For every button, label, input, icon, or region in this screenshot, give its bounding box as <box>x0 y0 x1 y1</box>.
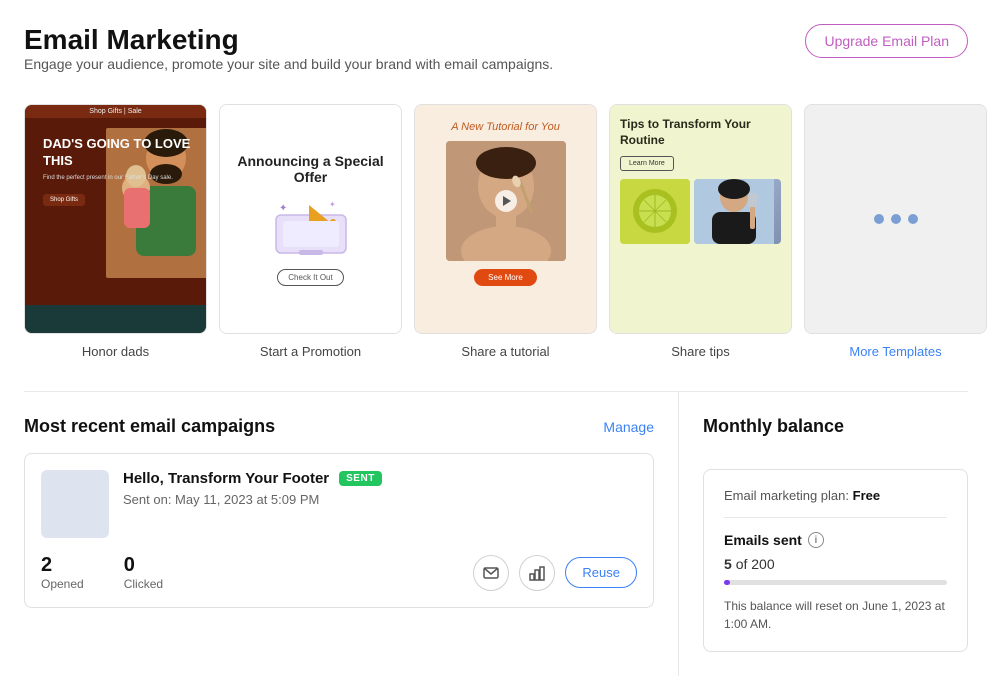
stat-opened-label: Opened <box>41 577 84 591</box>
manage-link[interactable]: Manage <box>603 419 654 435</box>
page-title: Email Marketing <box>24 24 553 56</box>
emails-sent-info-icon[interactable]: i <box>808 532 824 548</box>
template-card-more-templates[interactable]: More Templates <box>804 104 987 359</box>
svg-text:✦: ✦ <box>279 203 287 214</box>
stat-opened: 2 Opened <box>41 554 84 591</box>
campaign-date: Sent on: May 11, 2023 at 5:09 PM <box>123 492 319 507</box>
tpl4-photo2 <box>694 179 781 244</box>
envelope-icon-button[interactable] <box>473 555 509 591</box>
tpl1-btn: Shop Gifts <box>43 194 85 206</box>
stat-opened-value: 2 <box>41 554 84 577</box>
tpl3-photo <box>446 141 566 261</box>
tpl1-sub: Find the perfect present in our Father's… <box>33 174 206 188</box>
tpl2-illustration: ✦ ✦ <box>271 195 351 255</box>
more-templates-dots <box>874 214 918 224</box>
template-card-start-promotion[interactable]: Announcing a Special Offer ✦ <box>219 104 402 359</box>
envelope-icon <box>483 565 499 581</box>
tpl3-title: A New Tutorial for You <box>451 121 560 133</box>
template-preview-honor-dads: Shop Gifts | Sale DAD'S GOING TO LOVE TH… <box>24 104 207 334</box>
plan-row: Email marketing plan: Free <box>724 488 947 503</box>
plan-name: Free <box>853 488 880 503</box>
template-card-honor-dads[interactable]: Shop Gifts | Sale DAD'S GOING TO LOVE TH… <box>24 104 207 359</box>
template-label-share-tips: Share tips <box>671 344 730 359</box>
template-label-more-templates[interactable]: More Templates <box>849 344 941 359</box>
campaign-stats: 2 Opened 0 Clicked <box>41 554 637 591</box>
tpl4-title: Tips to Transform Your Routine <box>620 117 781 148</box>
template-label-honor-dads: Honor dads <box>82 344 149 359</box>
page-subtitle: Engage your audience, promote your site … <box>24 56 553 72</box>
plan-text: Email marketing plan: <box>724 488 849 503</box>
campaigns-section-title: Most recent email campaigns <box>24 416 275 437</box>
tpl4-learn-btn: Learn More <box>620 156 674 171</box>
svg-text:✦: ✦ <box>329 200 336 209</box>
campaign-info: Hello, Transform Your Footer SENT Sent o… <box>123 470 637 509</box>
campaign-title-row: Hello, Transform Your Footer SENT <box>123 470 637 487</box>
template-card-share-tutorial[interactable]: A New Tutorial for You <box>414 104 597 359</box>
campaign-card: Hello, Transform Your Footer SENT Sent o… <box>24 453 654 608</box>
template-preview-share-tutorial: A New Tutorial for You <box>414 104 597 334</box>
templates-row: Shop Gifts | Sale DAD'S GOING TO LOVE TH… <box>24 104 968 359</box>
template-preview-share-tips: Tips to Transform Your Routine Learn Mor… <box>609 104 792 334</box>
template-preview-more-templates <box>804 104 987 334</box>
campaign-thumbnail <box>41 470 109 538</box>
balance-panel: Monthly balance Email marketing plan: Fr… <box>679 392 968 676</box>
emails-progress-bar-fill <box>724 580 730 585</box>
emails-count-row: 5 of 200 <box>724 556 947 572</box>
bottom-section: Most recent email campaigns Manage Hello… <box>0 392 992 676</box>
dot-3 <box>908 214 918 224</box>
campaigns-panel: Most recent email campaigns Manage Hello… <box>24 392 679 676</box>
sent-badge: SENT <box>339 471 382 486</box>
bar-chart-icon <box>529 565 545 581</box>
campaign-top: Hello, Transform Your Footer SENT Sent o… <box>41 470 637 538</box>
dot-1 <box>874 214 884 224</box>
tpl3-btn: See More <box>474 269 537 286</box>
tpl1-top-bar: Shop Gifts | Sale <box>25 105 206 118</box>
reuse-button[interactable]: Reuse <box>565 557 637 588</box>
emails-sent-text: Emails sent <box>724 532 802 548</box>
tpl3-play-button <box>495 190 517 212</box>
balance-section-title: Monthly balance <box>703 416 844 437</box>
campaign-name: Hello, Transform Your Footer <box>123 470 329 487</box>
tpl2-btn: Check It Out <box>277 269 343 286</box>
emails-progress-bar-bg <box>724 580 947 585</box>
chart-icon-button[interactable] <box>519 555 555 591</box>
balance-reset-text: This balance will reset on June 1, 2023 … <box>724 597 947 633</box>
template-card-share-tips[interactable]: Tips to Transform Your Routine Learn Mor… <box>609 104 792 359</box>
stat-clicked-label: Clicked <box>124 577 163 591</box>
campaigns-panel-header: Most recent email campaigns Manage <box>24 416 654 437</box>
balance-panel-header: Monthly balance <box>703 416 968 453</box>
emails-count-number: 5 <box>724 556 732 572</box>
emails-count-of: of 200 <box>736 556 775 572</box>
tpl2-headline: Announcing a Special Offer <box>236 153 385 185</box>
upgrade-email-plan-button[interactable]: Upgrade Email Plan <box>805 24 968 58</box>
campaign-actions: Reuse <box>473 555 637 591</box>
stat-clicked-value: 0 <box>124 554 163 577</box>
template-label-share-tutorial: Share a tutorial <box>461 344 549 359</box>
template-label-start-promotion: Start a Promotion <box>260 344 361 359</box>
stat-clicked: 0 Clicked <box>124 554 163 591</box>
dot-2 <box>891 214 901 224</box>
tpl4-photos <box>620 179 781 244</box>
tpl1-headline: DAD'S GOING TO LOVE THIS <box>33 126 206 174</box>
emails-sent-label-row: Emails sent i <box>724 532 947 548</box>
tpl4-photo1 <box>620 179 690 244</box>
balance-card: Email marketing plan: Free Emails sent i… <box>703 469 968 652</box>
template-preview-start-promotion: Announcing a Special Offer ✦ <box>219 104 402 334</box>
balance-divider <box>724 517 947 518</box>
